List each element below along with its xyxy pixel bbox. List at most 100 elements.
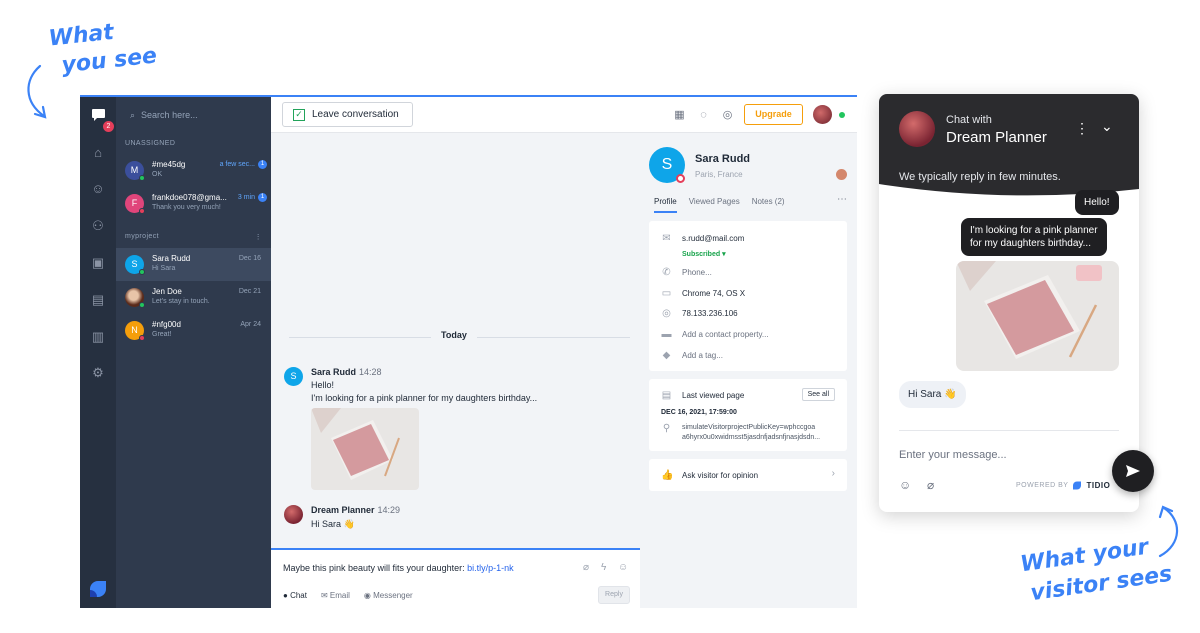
visitor-bubble-hello: Hello! (1075, 190, 1119, 215)
leave-conversation-button[interactable]: ✓ Leave conversation (282, 102, 413, 127)
subscribed-status[interactable]: Subscribed ▾ (682, 250, 726, 258)
widget-planner-image[interactable] (956, 261, 1119, 371)
tab-viewed-pages[interactable]: Viewed Pages (689, 197, 740, 213)
conversation-item[interactable]: N #nfg00d Great! Apr 24 (116, 314, 271, 347)
conversation-name: #nfg00d (152, 320, 181, 329)
chat-with-label: Chat with (946, 114, 992, 126)
visitor-icon: ⚲ (662, 423, 671, 434)
home-icon[interactable]: ⌂ (90, 145, 106, 161)
conversation-item[interactable]: Jen Doe Let's stay in touch. Dec 21 (116, 281, 271, 314)
status-dot (139, 335, 145, 341)
status-dot (676, 174, 685, 183)
agent-avatar[interactable] (813, 105, 832, 124)
annotation-arrow-top (27, 64, 47, 119)
add-property-row[interactable]: ▬ Add a contact property... (661, 329, 769, 340)
visitor-avatar: S (284, 367, 303, 386)
status-icon[interactable]: ◌ (697, 109, 710, 122)
conversation-preview: Thank you very much! (152, 204, 221, 211)
search-placeholder: Search here... (141, 110, 198, 120)
conversation-preview: OK (152, 171, 163, 178)
agent-bubble: Hi Sara 👋 (899, 381, 966, 408)
widget-header: Chat with Dream Planner ⋮ ⌄ We typically… (879, 94, 1139, 204)
emoji-icon[interactable]: ☺ (618, 562, 628, 573)
notification-icon[interactable]: ◎ (721, 109, 734, 122)
check-icon: ✓ (293, 108, 305, 121)
more-icon[interactable]: ⋯ (837, 194, 847, 205)
conversation-item[interactable]: M #me45dg OK a few sec... 1 (116, 154, 271, 187)
conversation-name: Sara Rudd (152, 254, 191, 263)
page-icon: ▤ (661, 390, 672, 401)
tab-messenger[interactable]: ◉ Messenger (364, 591, 413, 600)
dream-planner-logo (899, 111, 935, 147)
ticket-icon[interactable]: ▦ (673, 109, 686, 122)
ask-opinion-card[interactable]: 👍 Ask visitor for opinion › (649, 459, 847, 491)
search-bar[interactable]: ⌕ Search here... (116, 97, 271, 133)
contacts-icon[interactable]: ▣ (90, 255, 106, 271)
conversation-preview: Great! (152, 331, 172, 338)
visitors-icon[interactable]: ⚇ (90, 218, 106, 234)
conversation-avatar: S (125, 255, 145, 275)
emoji-icon[interactable]: ☺ (899, 478, 911, 492)
chat-icon[interactable] (90, 108, 106, 124)
tab-notes[interactable]: Notes (2) (752, 197, 785, 213)
more-icon[interactable]: ⋮ (255, 233, 262, 241)
tidio-logo-icon (1073, 481, 1082, 490)
chevron-down-icon[interactable]: ⌄ (1101, 118, 1113, 135)
email-row[interactable]: ✉ s.rudd@mail.com (661, 233, 744, 244)
add-tag-row[interactable]: ◆ Add a tag... (661, 350, 723, 361)
contact-details-card: ✉ s.rudd@mail.com Subscribed ▾ ✆ Phone... … (649, 221, 847, 371)
agent-message-header: Dream Planner 14:29 (311, 505, 401, 515)
unassigned-label: UNASSIGNED (125, 140, 176, 147)
conversation-item[interactable]: Ffrankdoe078@gma... Thank you very much! 3… (116, 187, 271, 220)
annotation-what-you-see: What you see (47, 19, 159, 79)
send-button[interactable] (1112, 450, 1154, 492)
ask-opinion-row: 👍 Ask visitor for opinion (661, 470, 759, 481)
last-viewed-date: DEC 16, 2021, 17:59:00 (661, 409, 737, 416)
conversation-time: 3 min (237, 194, 255, 201)
lightning-icon[interactable]: ϟ (601, 562, 606, 573)
widget-message-input[interactable]: Enter your message... (899, 449, 1007, 461)
last-viewed-url[interactable]: ⚲ simulateVisitorprojectPublicKey=wphccg… (661, 423, 820, 443)
attachment-icon[interactable]: ⌀ (583, 562, 589, 573)
conversation-name: Jen Doe (152, 287, 182, 296)
online-status-dot (839, 112, 845, 118)
unread-badge: 1 (258, 193, 267, 202)
location-icon: ◎ (662, 308, 671, 319)
channel-tabs: ● Chat ✉ Email ◉ Messenger (283, 591, 413, 600)
reply-time-text: We typically reply in few minutes. (899, 171, 1061, 183)
project-label: myproject ⋮ (125, 233, 262, 241)
tidio-logo-icon (88, 580, 108, 598)
conversation-list: ⌕ Search here... UNASSIGNED M #me45dg OK a … (116, 97, 271, 608)
conversation-time: Dec 21 (238, 288, 261, 295)
mail-icon: ✉ (662, 233, 671, 244)
laptop-icon: ▭ (661, 288, 672, 299)
annotation-arrow-bottom (1158, 505, 1179, 558)
more-options-icon[interactable]: ⋮ (1075, 120, 1089, 137)
inbox-icon[interactable]: ▤ (90, 292, 106, 308)
message-composer[interactable]: Maybe this pink beauty will fits your da… (271, 548, 640, 608)
conversation-time: a few sec... (219, 161, 255, 168)
agent-app: 2 ⌂ ☺ ⚇ ▣ ▤ ▥ ⚙ ⌕ Search here... UNASSIG… (80, 95, 857, 608)
phone-row[interactable]: ✆ Phone... (661, 267, 712, 278)
powered-by[interactable]: POWERED BY TIDIO (1016, 481, 1110, 490)
reply-button[interactable]: Reply (598, 586, 630, 604)
conversation-preview: Hi Sara (152, 265, 176, 272)
tab-profile[interactable]: Profile (654, 197, 677, 213)
visitor-message-line: I'm looking for a pink planner for my da… (311, 393, 538, 403)
planner-image[interactable] (311, 408, 419, 490)
tab-chat[interactable]: ● Chat (283, 591, 307, 600)
profile-location: Paris, France (695, 170, 743, 179)
tab-email[interactable]: ✉ Email (321, 591, 350, 600)
see-all-button[interactable]: See all (801, 388, 835, 401)
attachment-icon[interactable]: ⌀ (927, 478, 934, 492)
upgrade-button[interactable]: Upgrade (744, 104, 803, 125)
composer-text[interactable]: Maybe this pink beauty will fits your da… (283, 563, 514, 573)
bot-icon[interactable]: ☺ (90, 181, 106, 197)
conversation-time: Dec 16 (238, 255, 261, 262)
conversation-avatar (125, 288, 145, 308)
status-dot (139, 208, 145, 214)
analytics-icon[interactable]: ▥ (90, 329, 106, 345)
send-icon (1126, 464, 1140, 477)
settings-icon[interactable]: ⚙ (90, 365, 106, 381)
conversation-item[interactable]: S Sara Rudd Hi Sara Dec 16 (116, 248, 271, 281)
